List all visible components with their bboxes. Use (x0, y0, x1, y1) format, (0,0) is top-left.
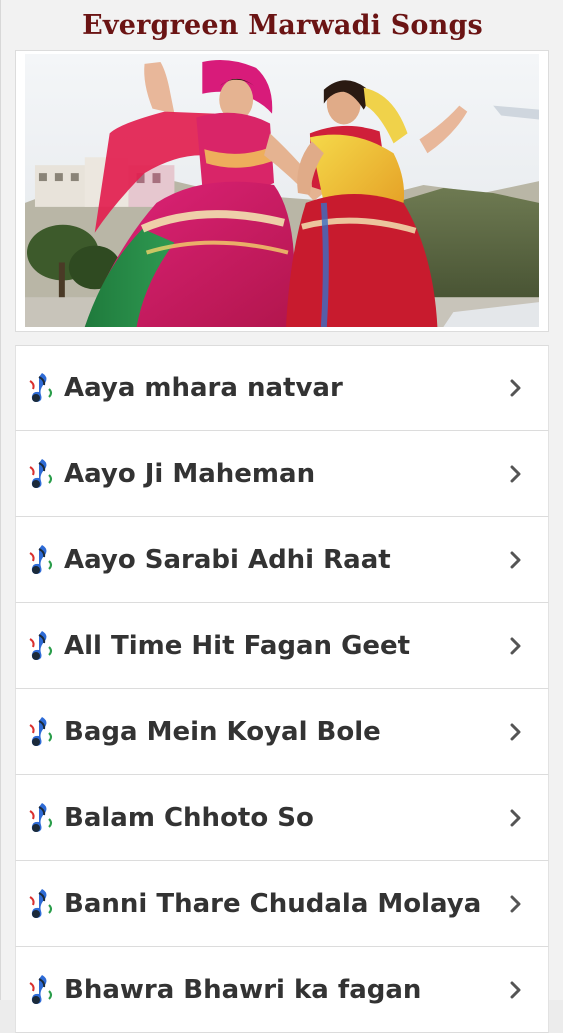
list-item[interactable]: Balam Chhoto So (15, 775, 549, 861)
list-item[interactable]: Baga Mein Koyal Bole (15, 689, 549, 775)
banner-image (25, 54, 539, 327)
music-note-icon (26, 714, 56, 750)
song-title: Banni Thare Chudala Molaya (64, 888, 482, 919)
chevron-right-icon (508, 980, 524, 1000)
chevron-right-icon (508, 464, 524, 484)
music-note-icon (26, 972, 56, 1008)
music-note-icon (26, 370, 56, 406)
song-list: Aaya mhara natvar Aayo Ji Maheman Aayo S… (15, 345, 549, 1033)
app-screen: Evergreen Marwadi Songs Aaya mhara natva… (0, 0, 563, 1033)
chevron-right-icon (508, 894, 524, 914)
list-item[interactable]: Aayo Ji Maheman (15, 431, 549, 517)
music-note-icon (26, 542, 56, 578)
music-note-icon (26, 628, 56, 664)
song-title: Baga Mein Koyal Bole (64, 716, 381, 747)
song-title: Bhawra Bhawri ka fagan (64, 974, 422, 1005)
list-item[interactable]: Banni Thare Chudala Molaya (15, 861, 549, 947)
list-item[interactable]: All Time Hit Fagan Geet (15, 603, 549, 689)
song-title: Balam Chhoto So (64, 802, 314, 833)
chevron-right-icon (508, 378, 524, 398)
song-title: Aayo Sarabi Adhi Raat (64, 544, 391, 575)
music-note-icon (26, 456, 56, 492)
music-note-icon (26, 800, 56, 836)
chevron-right-icon (508, 636, 524, 656)
song-title: Aaya mhara natvar (64, 373, 343, 403)
list-item[interactable]: Aaya mhara natvar (15, 345, 549, 431)
header: Evergreen Marwadi Songs (1, 0, 563, 50)
page-title: Evergreen Marwadi Songs (82, 9, 483, 41)
chevron-right-icon (508, 550, 524, 570)
list-item[interactable]: Bhawra Bhawri ka fagan (15, 947, 549, 1033)
chevron-right-icon (508, 722, 524, 742)
chevron-right-icon (508, 808, 524, 828)
song-title: All Time Hit Fagan Geet (64, 630, 411, 661)
banner-card (15, 50, 549, 332)
song-title: Aayo Ji Maheman (64, 458, 316, 489)
list-item[interactable]: Aayo Sarabi Adhi Raat (15, 517, 549, 603)
music-note-icon (26, 886, 56, 922)
